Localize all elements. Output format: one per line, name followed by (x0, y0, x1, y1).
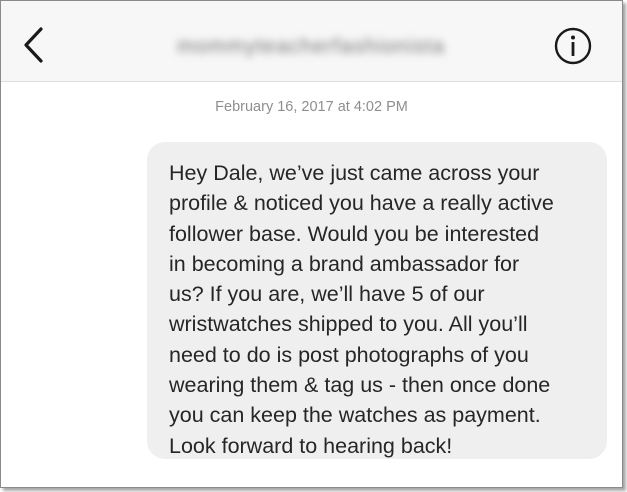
info-circle-icon (554, 27, 592, 65)
conversation-username[interactable]: mommyteacherfashionista (151, 35, 471, 59)
conversation-header: mommyteacherfashionista (1, 1, 622, 82)
message-timestamp: February 16, 2017 at 4:02 PM (215, 99, 408, 115)
back-button[interactable] (19, 25, 49, 65)
message-bubble[interactable]: Hey Dale, we’ve just came across your pr… (147, 142, 607, 459)
info-button[interactable] (553, 26, 593, 66)
message-text: Hey Dale, we’ve just came across your pr… (169, 161, 554, 458)
chevron-left-icon (24, 27, 43, 63)
dm-screenshot-frame: mommyteacherfashionista February 16, 201… (0, 0, 623, 488)
